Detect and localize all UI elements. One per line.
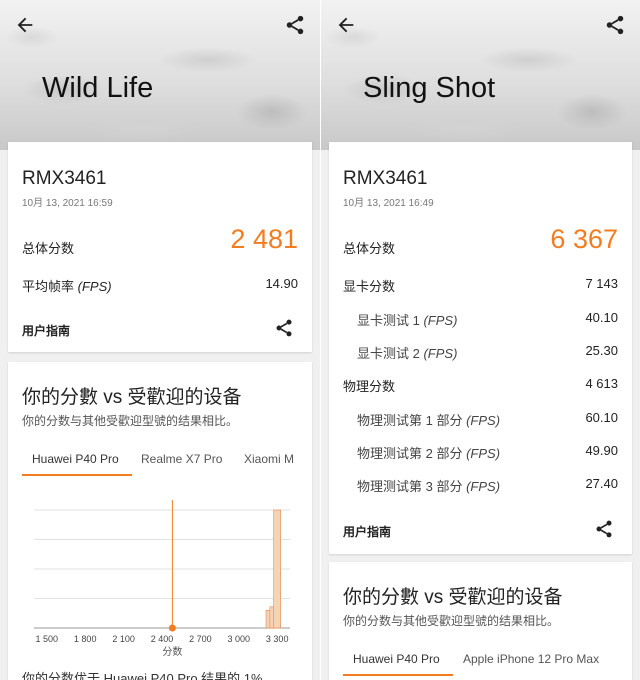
result-date: 10月 13, 2021 16:49 <box>343 198 434 209</box>
comparison-card: 你的分數 vs 受歡迎的设备 你的分数与其他受歡迎型號的结果相比。 Huawei… <box>8 362 312 680</box>
active-tab-indicator <box>343 674 453 676</box>
share-icon[interactable] <box>604 14 626 36</box>
gpu-score-label: 显卡分数 <box>343 279 396 294</box>
back-arrow-icon[interactable] <box>14 14 36 36</box>
tab-apple-iphone-12-pro-max[interactable]: Apple iPhone 12 Pro Max <box>463 652 599 666</box>
physics-test1-label: 物理测试第 1 部分 (FPS) <box>357 410 500 429</box>
fps-value: 14.90 <box>265 276 298 291</box>
x-tick-label: 3 300 <box>266 634 289 644</box>
tab-realme-x7-pro[interactable]: Realme X7 Pro <box>141 452 222 466</box>
fps-unit: (FPS) <box>77 279 112 294</box>
x-tick-label: 2 100 <box>112 634 135 644</box>
physics-test3-text: 物理测试第 3 部分 <box>357 479 463 494</box>
physics-score-label: 物理分数 <box>343 379 396 394</box>
physics-test3-label: 物理测试第 3 部分 (FPS) <box>357 476 500 495</box>
total-score-label: 总体分数 <box>22 241 75 256</box>
physics-test2-value: 49.90 <box>585 443 618 458</box>
total-score-value: 2 481 <box>230 224 298 254</box>
test-title: Wild Life <box>42 72 154 104</box>
x-tick-label: 1 500 <box>36 634 59 644</box>
gpu-test2-value: 25.30 <box>585 343 618 358</box>
comparison-result-text: 你的分数优于 Huawei P40 Pro 结果的 1% <box>22 671 263 680</box>
gpu-test1-label: 显卡测试 1 (FPS) <box>357 310 457 329</box>
gpu-test2-text: 显卡测试 2 <box>357 346 420 361</box>
score-histogram-chart: 1 500 1 800 2 100 2 400 2 700 3 000 3 300 分数 <box>34 500 290 658</box>
x-tick-label: 2 700 <box>189 634 212 644</box>
physics-test2-text: 物理测试第 2 部分 <box>357 446 463 461</box>
fps-label-text: 平均帧率 <box>22 279 75 294</box>
comparison-title: 你的分數 vs 受歡迎的设备 <box>22 387 242 408</box>
tab-huawei-p40-pro[interactable]: Huawei P40 Pro <box>353 652 440 666</box>
result-date: 10月 13, 2021 16:59 <box>22 198 113 209</box>
physics-test1-text: 物理测试第 1 部分 <box>357 413 463 428</box>
active-tab-indicator <box>22 474 132 476</box>
gpu-test1-value: 40.10 <box>585 310 618 325</box>
share-icon[interactable] <box>594 519 614 539</box>
test-title: Sling Shot <box>363 72 496 104</box>
user-guide-link[interactable]: 用户指南 <box>343 523 391 540</box>
device-name: RMX3461 <box>343 168 428 189</box>
sling-shot-panel: Sling Shot RMX3461 10月 13, 2021 16:49 总体… <box>321 0 640 680</box>
x-tick-label: 3 000 <box>228 634 251 644</box>
physics-test3-value: 27.40 <box>585 476 618 491</box>
fps-label: 平均帧率 (FPS) <box>22 276 112 295</box>
your-score-marker <box>168 624 176 632</box>
total-score-label: 总体分数 <box>343 241 396 256</box>
share-icon[interactable] <box>274 318 294 338</box>
comparison-card: 你的分數 vs 受歡迎的设备 你的分数与其他受歡迎型號的结果相比。 Huawei… <box>329 562 632 680</box>
physics-test3-unit: (FPS) <box>466 479 501 494</box>
comparison-subtitle: 你的分数与其他受歡迎型號的结果相比。 <box>22 414 239 428</box>
back-arrow-icon[interactable] <box>335 14 357 36</box>
share-icon[interactable] <box>284 14 306 36</box>
gpu-test2-label: 显卡测试 2 (FPS) <box>357 343 457 362</box>
result-card: RMX3461 10月 13, 2021 16:59 总体分数 2 481 平均… <box>8 142 312 352</box>
device-name: RMX3461 <box>22 168 107 189</box>
result-card: RMX3461 10月 13, 2021 16:49 总体分数 6 367 显卡… <box>329 142 632 554</box>
wild-life-panel: Wild Life RMX3461 10月 13, 2021 16:59 总体分… <box>0 0 320 680</box>
x-tick-label: 2 400 <box>151 634 174 644</box>
tab-xiaomi[interactable]: Xiaomi M <box>244 452 294 466</box>
gpu-score-value: 7 143 <box>585 276 618 291</box>
x-tick-label: 1 800 <box>74 634 97 644</box>
gpu-test1-text: 显卡测试 1 <box>357 313 420 328</box>
tab-huawei-p40-pro[interactable]: Huawei P40 Pro <box>32 452 119 466</box>
total-score-value: 6 367 <box>550 224 618 254</box>
user-guide-link[interactable]: 用户指南 <box>22 322 70 339</box>
comparison-subtitle: 你的分数与其他受歡迎型號的结果相比。 <box>343 614 560 628</box>
comparison-title: 你的分數 vs 受歡迎的设备 <box>343 587 563 608</box>
gpu-test1-unit: (FPS) <box>423 313 458 328</box>
gpu-test2-unit: (FPS) <box>423 346 458 361</box>
physics-test1-unit: (FPS) <box>466 413 501 428</box>
physics-test1-value: 60.10 <box>585 410 618 425</box>
physics-test2-unit: (FPS) <box>466 446 501 461</box>
physics-test2-label: 物理测试第 2 部分 (FPS) <box>357 443 500 462</box>
histogram-bar <box>273 509 282 629</box>
physics-score-value: 4 613 <box>585 376 618 391</box>
x-axis-label: 分数 <box>162 645 182 658</box>
